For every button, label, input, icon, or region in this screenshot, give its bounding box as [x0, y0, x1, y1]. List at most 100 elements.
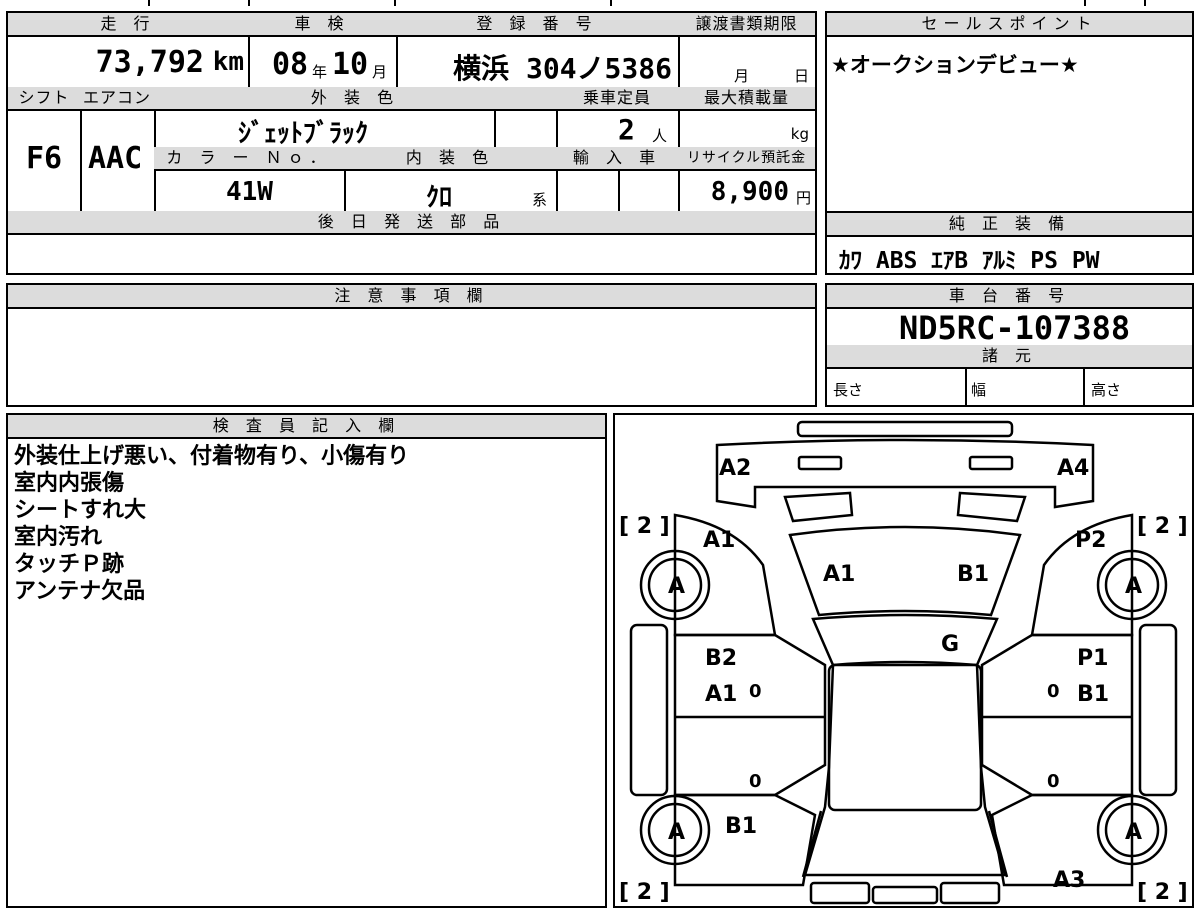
notes-header: 注 意 事 項 欄 [8, 285, 815, 309]
recycle-cell: 8,900 円 [678, 169, 815, 213]
tire-fr-depth: [ 2 ] [1137, 514, 1188, 539]
remark-line: シートすれ大 [14, 498, 147, 523]
front-right-light [968, 455, 1014, 471]
inspection-year-unit: 年 [312, 63, 328, 81]
remark-line: 室内内張傷 [14, 471, 125, 496]
label-left-rocker-1: 0 [749, 681, 762, 702]
shift-header: シフト [8, 87, 82, 111]
genuine-equipment-box: 純 正 装 備 ｶﾜ ABS ｴｱB ｱﾙﾐ PS PW [825, 211, 1194, 275]
import-cell-2 [618, 169, 680, 213]
interior-color-unit: 系 [532, 191, 548, 209]
import-cell-1 [556, 169, 620, 213]
spec-width-cell: 幅 [965, 367, 1085, 405]
left-vent [783, 491, 854, 523]
specs-header: 諸 元 [827, 345, 1192, 369]
label-left-rocker-2: 0 [749, 771, 762, 792]
mileage-cell: 73,792 km [8, 35, 250, 89]
chassis-cell: ND5RC-107388 [827, 307, 1192, 347]
car-diagram: A2 A4 [ 2 ] [ 2 ] A1 P2 A1 B1 G B2 A1 P1… [619, 420, 1188, 905]
label-hood-left: A1 [823, 562, 855, 587]
front-end-outline [715, 438, 1095, 509]
windshield-outline [811, 613, 999, 667]
capacity-unit: 人 [652, 127, 668, 145]
remark-line: アンテナ欠品 [14, 579, 146, 604]
capacity-value: 2 [618, 113, 635, 146]
front-bumper-bar [796, 420, 1014, 438]
remark-line: 外装仕上げ悪い、付着物有り、小傷有り [14, 444, 410, 469]
capacity-cell: 2 人 [556, 109, 680, 149]
max-load-header: 最大積載量 [678, 87, 815, 111]
recycle-header: リサイクル預託金 [678, 147, 815, 171]
rear-bumper-left [809, 881, 871, 905]
label-hood-right: B1 [957, 562, 989, 587]
label-wheel-fl: A [668, 574, 685, 599]
inspector-header: 検 査 員 記 入 欄 [8, 415, 605, 439]
label-front-left-door-1: B2 [705, 646, 737, 671]
genuine-equipment-value: ｶﾜ ABS ｴｱB ｱﾙﾐ PS PW [839, 248, 1100, 274]
import-header: 輸 入 車 [556, 147, 680, 171]
cabin-outline [803, 664, 1007, 877]
inspector-remarks: 外装仕上げ悪い、付着物有り、小傷有り 室内内張傷 シートすれ大 室内汚れ タッチ… [14, 443, 409, 605]
label-a4: A4 [1057, 456, 1089, 481]
shift-value: F6 [26, 141, 63, 176]
registration-value: 横浜 304ノ5386 [453, 52, 672, 85]
spec-height-label: 高さ [1091, 381, 1122, 399]
label-right-rocker-2: 0 [1047, 771, 1060, 792]
spec-width-label: 幅 [971, 381, 987, 399]
transfer-day-unit: 日 [794, 67, 810, 85]
transfer-deadline-header: 譲渡書類期限 [678, 13, 815, 37]
mileage-header: 走 行 [8, 13, 250, 37]
ac-header: エアコン [80, 87, 156, 111]
label-wheel-rr: A [1125, 820, 1142, 845]
label-front-right-fender: P2 [1075, 528, 1106, 553]
inspection-cell: 08 年 10 月 [248, 35, 398, 89]
left-rocker [629, 623, 669, 797]
registration-cell: 横浜 304ノ5386 [396, 35, 680, 89]
later-parts-header: 後 日 発 送 部 品 [8, 211, 815, 235]
label-rear-left-fender: B1 [725, 814, 757, 839]
max-load-cell: kg [678, 109, 815, 149]
color-no-cell: 41W [154, 169, 346, 213]
tire-rr-depth: [ 2 ] [1137, 880, 1188, 905]
registration-header: 登 録 番 号 [396, 13, 680, 37]
exterior-color-value: ｼﾞｪｯﾄﾌﾞﾗｯｸ [238, 119, 369, 149]
notes-box: 注 意 事 項 欄 [6, 283, 817, 407]
sales-point-value: ★オークションデビュー★ [831, 53, 1079, 77]
remark-line: 室内汚れ [14, 525, 103, 550]
max-load-unit: kg [790, 125, 809, 143]
inspection-year: 08 [272, 47, 309, 82]
shift-cell: F6 [8, 109, 82, 213]
transfer-month-unit: 月 [734, 67, 750, 85]
spec-length-label: 長さ [833, 381, 864, 399]
transfer-deadline-cell: 月 日 [678, 35, 815, 89]
seat-area [827, 663, 983, 812]
capacity-header: 乗車定員 [556, 87, 680, 111]
top-cutoff-strip [6, 0, 1194, 6]
label-a2: A2 [719, 456, 751, 481]
label-front-left-fender: A1 [703, 528, 735, 553]
right-vent [956, 491, 1027, 523]
left-rear-fender [673, 793, 817, 887]
genuine-equipment-header: 純 正 装 備 [827, 213, 1192, 237]
label-wheel-rl: A [668, 820, 685, 845]
mileage-unit: km [212, 47, 244, 77]
vehicle-info-table: 走 行 車 検 登 録 番 号 譲渡書類期限 73,792 km 08 年 10… [6, 11, 817, 275]
inspection-month: 10 [332, 47, 369, 82]
exterior-color-header: 外 装 色 [154, 87, 558, 111]
inspection-header: 車 検 [248, 13, 398, 37]
sales-point-box: セールスポイント ★オークションデビュー★ [825, 11, 1194, 213]
interior-color-header: 内 装 色 [344, 147, 558, 171]
rear-bumper-right [939, 881, 1001, 905]
recycle-unit: 円 [795, 189, 811, 207]
ac-value: AAC [88, 141, 143, 176]
front-left-light [797, 455, 843, 471]
recycle-value: 8,900 [710, 177, 789, 207]
rear-deck-outline [801, 810, 1009, 878]
exterior-color-extra-cell [494, 109, 558, 149]
spec-height-cell: 高さ [1083, 367, 1192, 405]
interior-color-cell: ｸﾛ 系 [344, 169, 558, 213]
tire-fl-depth: [ 2 ] [619, 514, 670, 539]
label-rear-right-fender: A3 [1053, 868, 1085, 893]
label-front-right-door-2: B1 [1077, 682, 1109, 707]
later-parts-area [8, 235, 815, 273]
